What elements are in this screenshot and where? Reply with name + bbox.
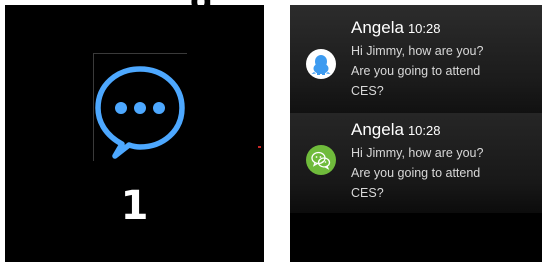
wechat-avatar-icon (306, 145, 336, 175)
notification-header: Angela 10:28 (351, 120, 440, 140)
message-line: Hi Jimmy, how are you? (351, 44, 484, 58)
message-line: CES? (351, 186, 384, 200)
watch-screen-unread-messages[interactable]: 1 (5, 5, 264, 262)
message-line: CES? (351, 84, 384, 98)
message-line: Are you going to attend (351, 64, 481, 78)
chat-bubble-icon[interactable] (93, 63, 187, 159)
message-preview: Hi Jimmy, how are you? Are you going to … (351, 143, 536, 203)
penguin-avatar-icon (306, 49, 336, 79)
sender-name: Angela (351, 120, 404, 139)
notification-item[interactable]: Angela 10:28 Hi Jimmy, how are you? Are y… (290, 113, 542, 213)
sender-name: Angela (351, 18, 404, 37)
indicator-dot (258, 146, 261, 148)
message-line: Hi Jimmy, how are you? (351, 146, 484, 160)
message-preview: Hi Jimmy, how are you? Are you going to … (351, 41, 536, 101)
watch-screen-notification-list[interactable]: Angela 10:28 Hi Jimmy, how are you? Are y… (290, 5, 542, 262)
message-line: Are you going to attend (351, 166, 481, 180)
unread-count: 1 (120, 183, 149, 229)
notification-header: Angela 10:28 (351, 18, 440, 38)
message-time: 10:28 (407, 21, 441, 36)
message-time: 10:28 (407, 123, 441, 138)
notification-item[interactable]: Angela 10:28 Hi Jimmy, how are you? Are y… (290, 5, 542, 113)
